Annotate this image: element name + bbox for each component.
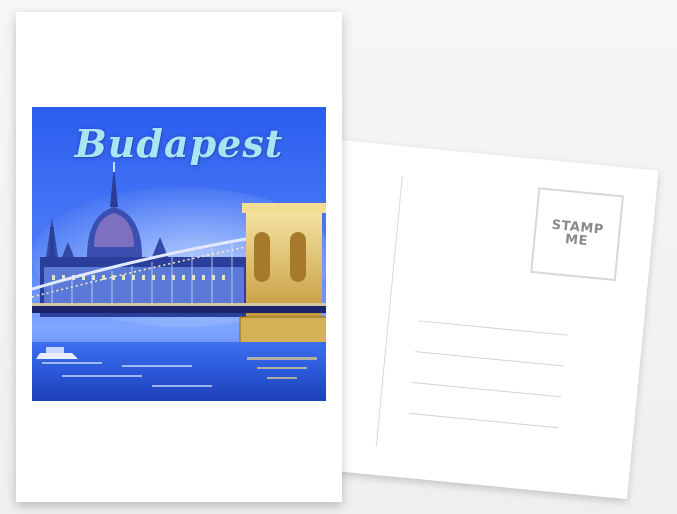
address-line (417, 320, 568, 336)
center-divider (375, 176, 403, 447)
address-line (412, 382, 562, 398)
postcard-back: STAMP ME (308, 140, 659, 500)
address-line (409, 412, 559, 429)
stamp-box: STAMP ME (530, 187, 624, 282)
product-preview: STAMP ME Budapest (0, 0, 677, 514)
danube-river (32, 342, 326, 401)
artwork-title: Budapest (74, 121, 284, 166)
postcard-front: Budapest (16, 12, 342, 502)
stamp-label-line2: ME (564, 232, 589, 250)
budapest-artwork: Budapest (32, 107, 326, 401)
bridge-tower (239, 203, 326, 363)
address-line (415, 351, 565, 367)
